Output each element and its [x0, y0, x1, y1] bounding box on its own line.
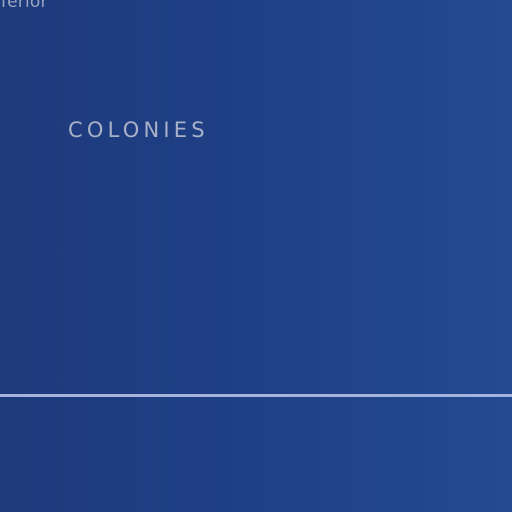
- section-title: COLONIES: [68, 118, 209, 142]
- clipped-header-text: iferior: [0, 0, 48, 12]
- horizontal-divider: [0, 394, 512, 397]
